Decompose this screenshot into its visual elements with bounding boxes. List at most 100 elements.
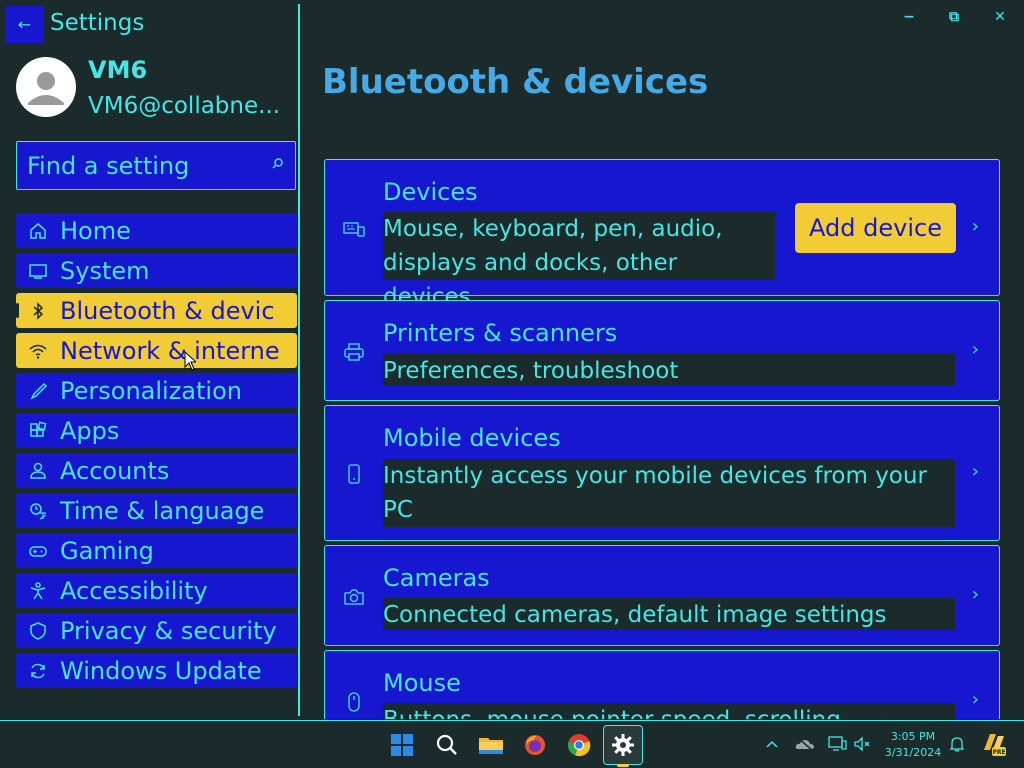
mouse-pointer-icon	[184, 351, 196, 371]
card-description-line: PC	[383, 497, 413, 523]
sidebar-item-home[interactable]: Home	[16, 213, 297, 248]
minimize-button[interactable]: −	[889, 6, 929, 28]
sidebar-item-windows-update[interactable]: Windows Update	[16, 653, 297, 688]
card-description-line: Instantly access your mobile devices fro…	[383, 463, 927, 489]
restore-button[interactable]: ⧉	[934, 6, 974, 28]
sidebar-item-apps[interactable]: Apps	[16, 413, 297, 448]
sidebar-item-gaming[interactable]: Gaming	[16, 533, 297, 568]
mobile-devices-card[interactable]: Mobile devices Instantly access your mob…	[324, 405, 1000, 541]
file-explorer-icon[interactable]	[475, 729, 507, 761]
card-title: Mouse	[383, 669, 461, 697]
sidebar-item-label: Windows Update	[60, 656, 262, 685]
printer-icon	[344, 343, 364, 361]
sidebar-item-personalization[interactable]: Personalization	[16, 373, 297, 408]
selected-indicator	[16, 303, 19, 318]
sidebar-item-label: Network & interne	[60, 336, 280, 365]
sidebar-item-label: Time & language	[60, 496, 265, 525]
sidebar-item-time-language[interactable]: Time & language	[16, 493, 297, 528]
system-icon	[16, 253, 60, 288]
person-icon	[16, 453, 60, 488]
sidebar-item-label: Home	[60, 216, 131, 245]
card-title: Mobile devices	[383, 424, 561, 452]
sidebar-item-label: Bluetooth & devic	[60, 296, 275, 325]
sidebar-item-label: Privacy & security	[60, 616, 277, 645]
wifi-icon	[16, 333, 60, 368]
update-icon	[16, 653, 60, 688]
mouse-card[interactable]: Mouse Buttons, mouse pointer speed, scro…	[324, 650, 1000, 719]
search-placeholder: Find a setting	[27, 152, 190, 180]
sidebar-item-label: Personalization	[60, 376, 242, 405]
sidebar-item-privacy-security[interactable]: Privacy & security	[16, 613, 297, 648]
card-description: Mouse, keyboard, pen, audio, displays an…	[383, 212, 775, 310]
search-input[interactable]: Find a setting	[16, 141, 296, 190]
devices-icon	[343, 222, 365, 237]
devices-card[interactable]: Devices Mouse, keyboard, pen, audio, dis…	[324, 159, 1000, 310]
sidebar-item-label: System	[60, 256, 150, 285]
brush-icon	[16, 373, 60, 408]
time-language-icon	[16, 493, 60, 528]
avatar[interactable]	[16, 57, 76, 117]
gamepad-icon	[16, 533, 60, 568]
clock-time: 3:05 PM	[890, 730, 936, 743]
copilot-icon[interactable]: PRE	[980, 730, 1006, 758]
clock-date: 3/31/2024	[884, 746, 942, 759]
user-silhouette-icon	[28, 72, 64, 105]
bluetooth-icon	[16, 293, 60, 328]
page-title: Bluetooth & devices	[322, 62, 709, 102]
taskbar: 3:05 PM 3/31/2024 PRE	[0, 720, 1024, 768]
speaker-muted-icon[interactable]	[852, 733, 874, 755]
minimize-icon: −	[903, 9, 915, 25]
sidebar-nav: Home System Bluetooth & devic Network & …	[16, 213, 297, 693]
chevron-right-icon: ›	[971, 339, 979, 360]
sidebar-item-label: Accessibility	[60, 576, 208, 605]
search-icon[interactable]	[431, 729, 463, 761]
shield-icon	[16, 613, 60, 648]
preview-badge: PRE	[992, 749, 1005, 756]
sidebar-item-system[interactable]: System	[16, 253, 297, 288]
settings-window: ← Settings − ⧉ ✕ VM6 VM6@collabne... Fin…	[0, 0, 1024, 720]
firefox-icon[interactable]	[519, 729, 551, 761]
card-description: Preferences, troubleshoot	[383, 354, 955, 386]
sidebar-item-label: Apps	[60, 416, 120, 445]
accessibility-icon	[16, 573, 60, 608]
card-description: Buttons, mouse pointer speed, scrolling	[383, 703, 955, 719]
sidebar-item-label: Accounts	[60, 456, 170, 485]
phone-icon	[348, 464, 360, 484]
settings-icon[interactable]	[607, 729, 639, 761]
restore-icon: ⧉	[949, 9, 959, 25]
back-button[interactable]: ←	[5, 6, 44, 43]
active-app-indicator	[617, 764, 629, 767]
card-description-line: Mouse, keyboard, pen, audio,	[383, 216, 723, 242]
card-description: Instantly access your mobile devices fro…	[383, 459, 955, 527]
sidebar-item-bluetooth-devices[interactable]: Bluetooth & devic	[16, 293, 297, 328]
close-button[interactable]: ✕	[980, 6, 1020, 28]
cameras-card[interactable]: Cameras Connected cameras, default image…	[324, 545, 1000, 646]
mouse-icon	[348, 692, 360, 712]
chevron-right-icon: ›	[971, 216, 979, 237]
sidebar-item-network-internet[interactable]: Network & interne	[16, 333, 297, 368]
camera-icon	[344, 589, 364, 605]
back-arrow-icon: ←	[17, 15, 32, 34]
apps-icon	[16, 413, 60, 448]
card-title: Printers & scanners	[383, 319, 618, 347]
network-icon[interactable]	[826, 733, 848, 755]
sidebar-item-accessibility[interactable]: Accessibility	[16, 573, 297, 608]
user-name: VM6	[88, 56, 148, 84]
chrome-icon[interactable]	[563, 729, 595, 761]
clock[interactable]: 3:05 PM 3/31/2024	[882, 729, 944, 761]
windows-start-icon[interactable]	[386, 729, 418, 761]
sidebar-item-label: Gaming	[60, 536, 154, 565]
card-description: Connected cameras, default image setting…	[383, 598, 955, 630]
settings-card-list: Devices Mouse, keyboard, pen, audio, dis…	[324, 159, 1000, 719]
add-device-button[interactable]: Add device	[795, 203, 956, 253]
bell-icon[interactable]	[946, 733, 968, 755]
onedrive-icon[interactable]	[794, 733, 816, 755]
user-email: VM6@collabne...	[88, 93, 281, 119]
chevron-right-icon: ›	[971, 689, 979, 710]
card-title: Devices	[383, 178, 478, 206]
search-icon	[272, 158, 283, 169]
sidebar-item-accounts[interactable]: Accounts	[16, 453, 297, 488]
chevron-up-icon[interactable]	[761, 733, 783, 755]
printers-scanners-card[interactable]: Printers & scanners Preferences, trouble…	[324, 300, 1000, 401]
chevron-right-icon: ›	[971, 461, 979, 482]
